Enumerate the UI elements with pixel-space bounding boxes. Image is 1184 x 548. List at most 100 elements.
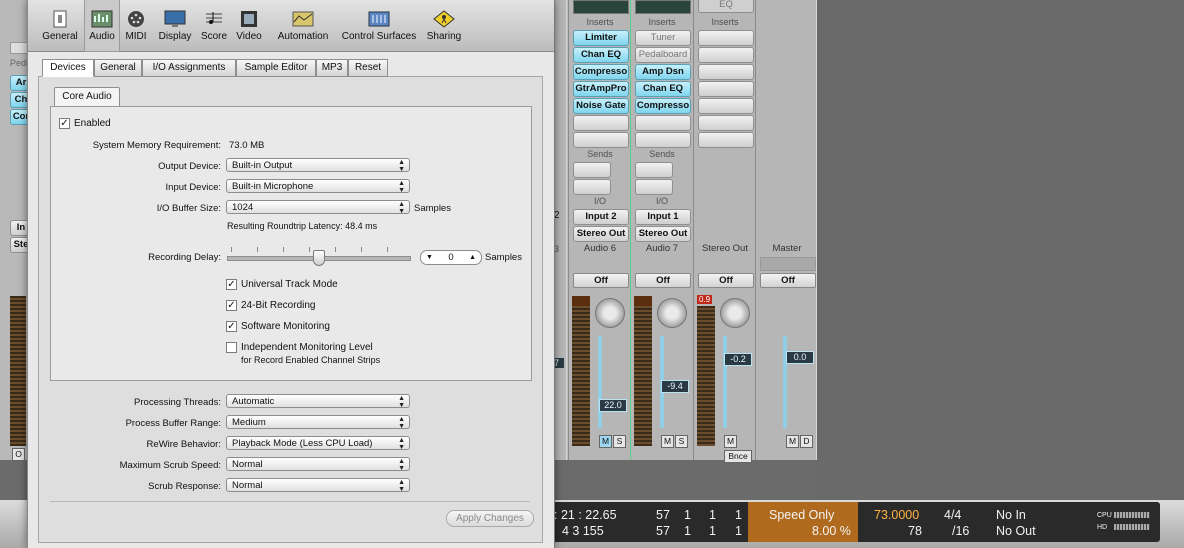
mute-button[interactable]: M (786, 435, 799, 448)
insert-slot-empty[interactable] (573, 132, 629, 148)
insert-slot-empty[interactable] (698, 81, 754, 97)
buffer-size-popup[interactable]: 1024 ▲ ▼ (226, 200, 410, 215)
solo-button[interactable]: S (613, 435, 626, 448)
delay-stepper[interactable]: ▼ 0 ▲ (420, 250, 482, 265)
speed-mode[interactable]: Speed Only 8.00 % (748, 502, 858, 542)
output-slot[interactable]: Stereo Out (573, 226, 629, 242)
fader-track[interactable] (598, 336, 602, 428)
insert-slot[interactable]: Pedalboard (635, 47, 691, 63)
send-slot[interactable] (573, 162, 611, 178)
enabled-checkbox[interactable]: ✓ (59, 118, 70, 129)
tab-sample-editor[interactable]: Sample Editor (236, 59, 316, 77)
tab-reset[interactable]: Reset (348, 59, 388, 77)
input-device-popup[interactable]: Built-in Microphone ▲ ▼ (226, 179, 410, 194)
scrub-response-popup[interactable]: Normal ▲ ▼ (226, 478, 410, 493)
automation-button[interactable]: Off (698, 273, 754, 288)
insert-slot-empty[interactable] (635, 115, 691, 131)
solo-button[interactable]: S (675, 435, 688, 448)
insert-slot[interactable]: Chan EQ (573, 47, 629, 63)
fader-track[interactable] (723, 336, 727, 428)
fader-value[interactable]: 0.0 (786, 351, 814, 364)
toolbar-display[interactable]: Display (154, 10, 196, 42)
eq-thumbnail[interactable] (635, 0, 691, 14)
insert-slot-empty[interactable] (698, 98, 754, 114)
threads-popup[interactable]: Automatic ▲ ▼ (226, 394, 410, 409)
send-slot[interactable] (635, 162, 673, 178)
eq-label[interactable]: EQ (698, 0, 754, 13)
eq-thumbnail[interactable] (573, 0, 629, 14)
fader-track[interactable] (783, 336, 787, 428)
insert-slot-empty[interactable] (698, 47, 754, 63)
mute-button[interactable]: M (599, 435, 612, 448)
insert-slot-empty[interactable] (698, 30, 754, 46)
track-name[interactable]: Master (756, 243, 818, 255)
toolbar-midi[interactable]: MIDI (124, 10, 148, 42)
insert-slot[interactable]: Limiter (573, 30, 629, 46)
insert-slot-empty[interactable] (698, 132, 754, 148)
delay-slider-thumb[interactable] (313, 250, 325, 266)
tab-general[interactable]: General (94, 59, 142, 77)
left-button[interactable]: O (12, 448, 25, 461)
stepper-down-icon[interactable]: ▼ (426, 251, 433, 264)
universal-track-checkbox[interactable]: ✓ (226, 279, 237, 290)
track-name[interactable]: Audio 6 (569, 243, 631, 255)
insert-slot[interactable]: Compresso (635, 98, 691, 114)
insert-slot-empty[interactable] (698, 64, 754, 80)
toolbar-general[interactable]: General (38, 10, 82, 42)
toolbar-score[interactable]: Score (200, 10, 228, 42)
buffer-range-popup[interactable]: Medium ▲ ▼ (226, 415, 410, 430)
track-name[interactable]: Stereo Out (694, 243, 756, 255)
insert-slot[interactable]: Chan EQ (635, 81, 691, 97)
peak-indicator[interactable]: 0.9 (697, 295, 712, 304)
automation-button[interactable]: Off (760, 273, 816, 288)
pan-knob[interactable] (595, 298, 625, 328)
time-signature[interactable]: 4/4 (944, 508, 961, 522)
insert-slot-empty[interactable] (573, 115, 629, 131)
tab-io-assignments[interactable]: I/O Assignments (142, 59, 236, 77)
toolbar-audio[interactable]: Audio (84, 0, 120, 52)
toolbar-sharing[interactable]: Sharing (424, 10, 464, 42)
mute-button[interactable]: M (661, 435, 674, 448)
pan-knob[interactable] (720, 298, 750, 328)
automation-button[interactable]: Off (573, 273, 629, 288)
insert-slot-empty[interactable] (635, 132, 691, 148)
insert-slot[interactable]: Compresso (573, 64, 629, 80)
division[interactable]: /16 (952, 524, 969, 538)
tab-devices[interactable]: Devices (42, 59, 94, 77)
insert-slot[interactable]: GtrAmpPro (573, 81, 629, 97)
insert-slot[interactable]: Tuner (635, 30, 691, 46)
tab-core-audio[interactable]: Core Audio (54, 87, 120, 106)
tempo[interactable]: 73.0000 (874, 508, 919, 522)
scrub-speed-popup[interactable]: Normal ▲ ▼ (226, 457, 410, 472)
insert-slot[interactable]: Noise Gate (573, 98, 629, 114)
track-name[interactable]: Audio 7 (631, 243, 693, 255)
send-slot[interactable] (635, 179, 673, 195)
rewire-popup[interactable]: Playback Mode (Less CPU Load) ▲ ▼ (226, 436, 410, 451)
software-monitoring-checkbox[interactable]: ✓ (226, 321, 237, 332)
output-device-popup[interactable]: Built-in Output ▲ ▼ (226, 158, 410, 173)
toolbar-automation[interactable]: Automation (272, 10, 334, 42)
output-slot[interactable]: Stereo Out (635, 226, 691, 242)
mute-button[interactable]: M (724, 435, 737, 448)
tab-mp3[interactable]: MP3 (316, 59, 348, 77)
apply-changes-button[interactable]: Apply Changes (446, 510, 534, 527)
stepper-up-icon[interactable]: ▲ (469, 251, 476, 264)
fader-value[interactable]: -9.4 (661, 380, 689, 393)
input-slot[interactable]: Input 1 (635, 209, 691, 225)
insert-slot-empty[interactable] (698, 115, 754, 131)
dim-button[interactable]: D (800, 435, 813, 448)
bounce-button[interactable]: Bnce (724, 450, 752, 463)
independent-monitoring-label: Independent Monitoring Level (241, 342, 373, 353)
send-slot[interactable] (573, 179, 611, 195)
insert-slot[interactable]: Amp Dsn (635, 64, 691, 80)
toolbar-control-surfaces[interactable]: Control Surfaces (338, 10, 420, 42)
fader-value[interactable]: 22.0 (599, 399, 627, 412)
tempo-sub: 78 (908, 524, 922, 538)
bit24-checkbox[interactable]: ✓ (226, 300, 237, 311)
fader-value[interactable]: -0.2 (724, 353, 752, 366)
toolbar-video[interactable]: Video (234, 10, 264, 42)
pan-knob[interactable] (657, 298, 687, 328)
input-slot[interactable]: Input 2 (573, 209, 629, 225)
automation-button[interactable]: Off (635, 273, 691, 288)
independent-monitoring-checkbox[interactable] (226, 342, 237, 353)
